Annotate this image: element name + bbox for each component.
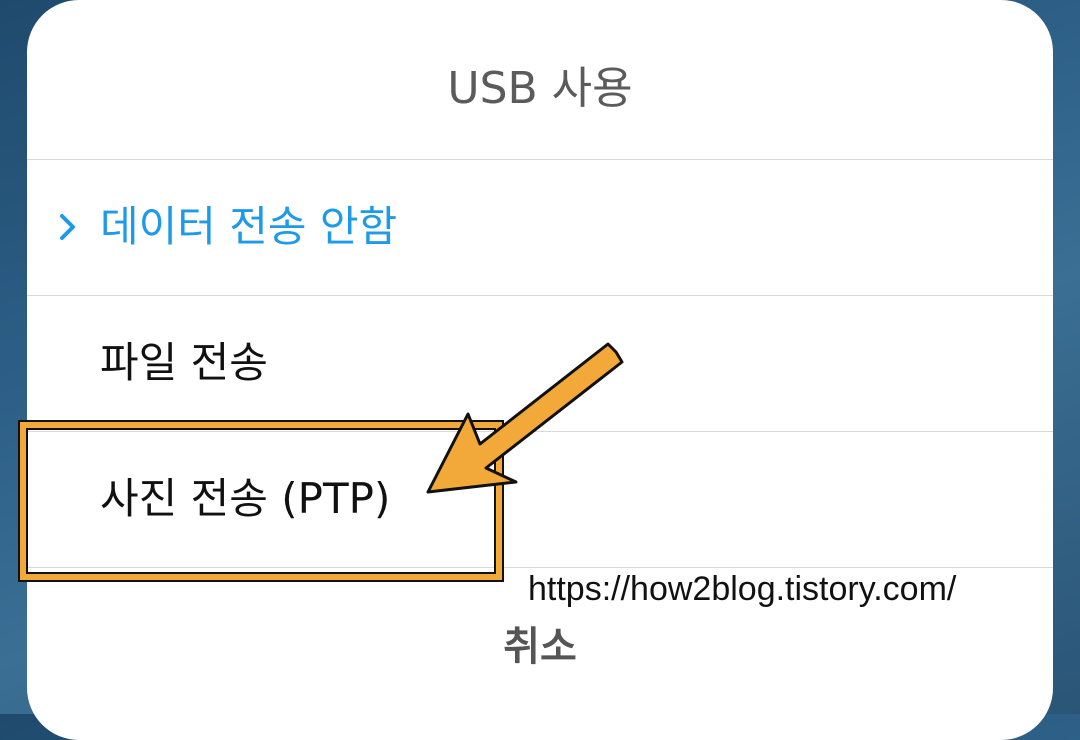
chevron-right-icon (51, 160, 85, 294)
pointer-arrow-icon (426, 342, 624, 494)
dialog-title: USB 사용 (447, 63, 633, 114)
option-label: 데이터 전송 안함 (100, 202, 398, 251)
watermark-text: https://how2blog.tistory.com/ (528, 570, 957, 608)
option-no-data-transfer[interactable]: 데이터 전송 안함 (27, 160, 1053, 294)
cancel-button[interactable]: 취소 (27, 614, 1053, 674)
option-label: 파일 전송 (100, 338, 268, 387)
